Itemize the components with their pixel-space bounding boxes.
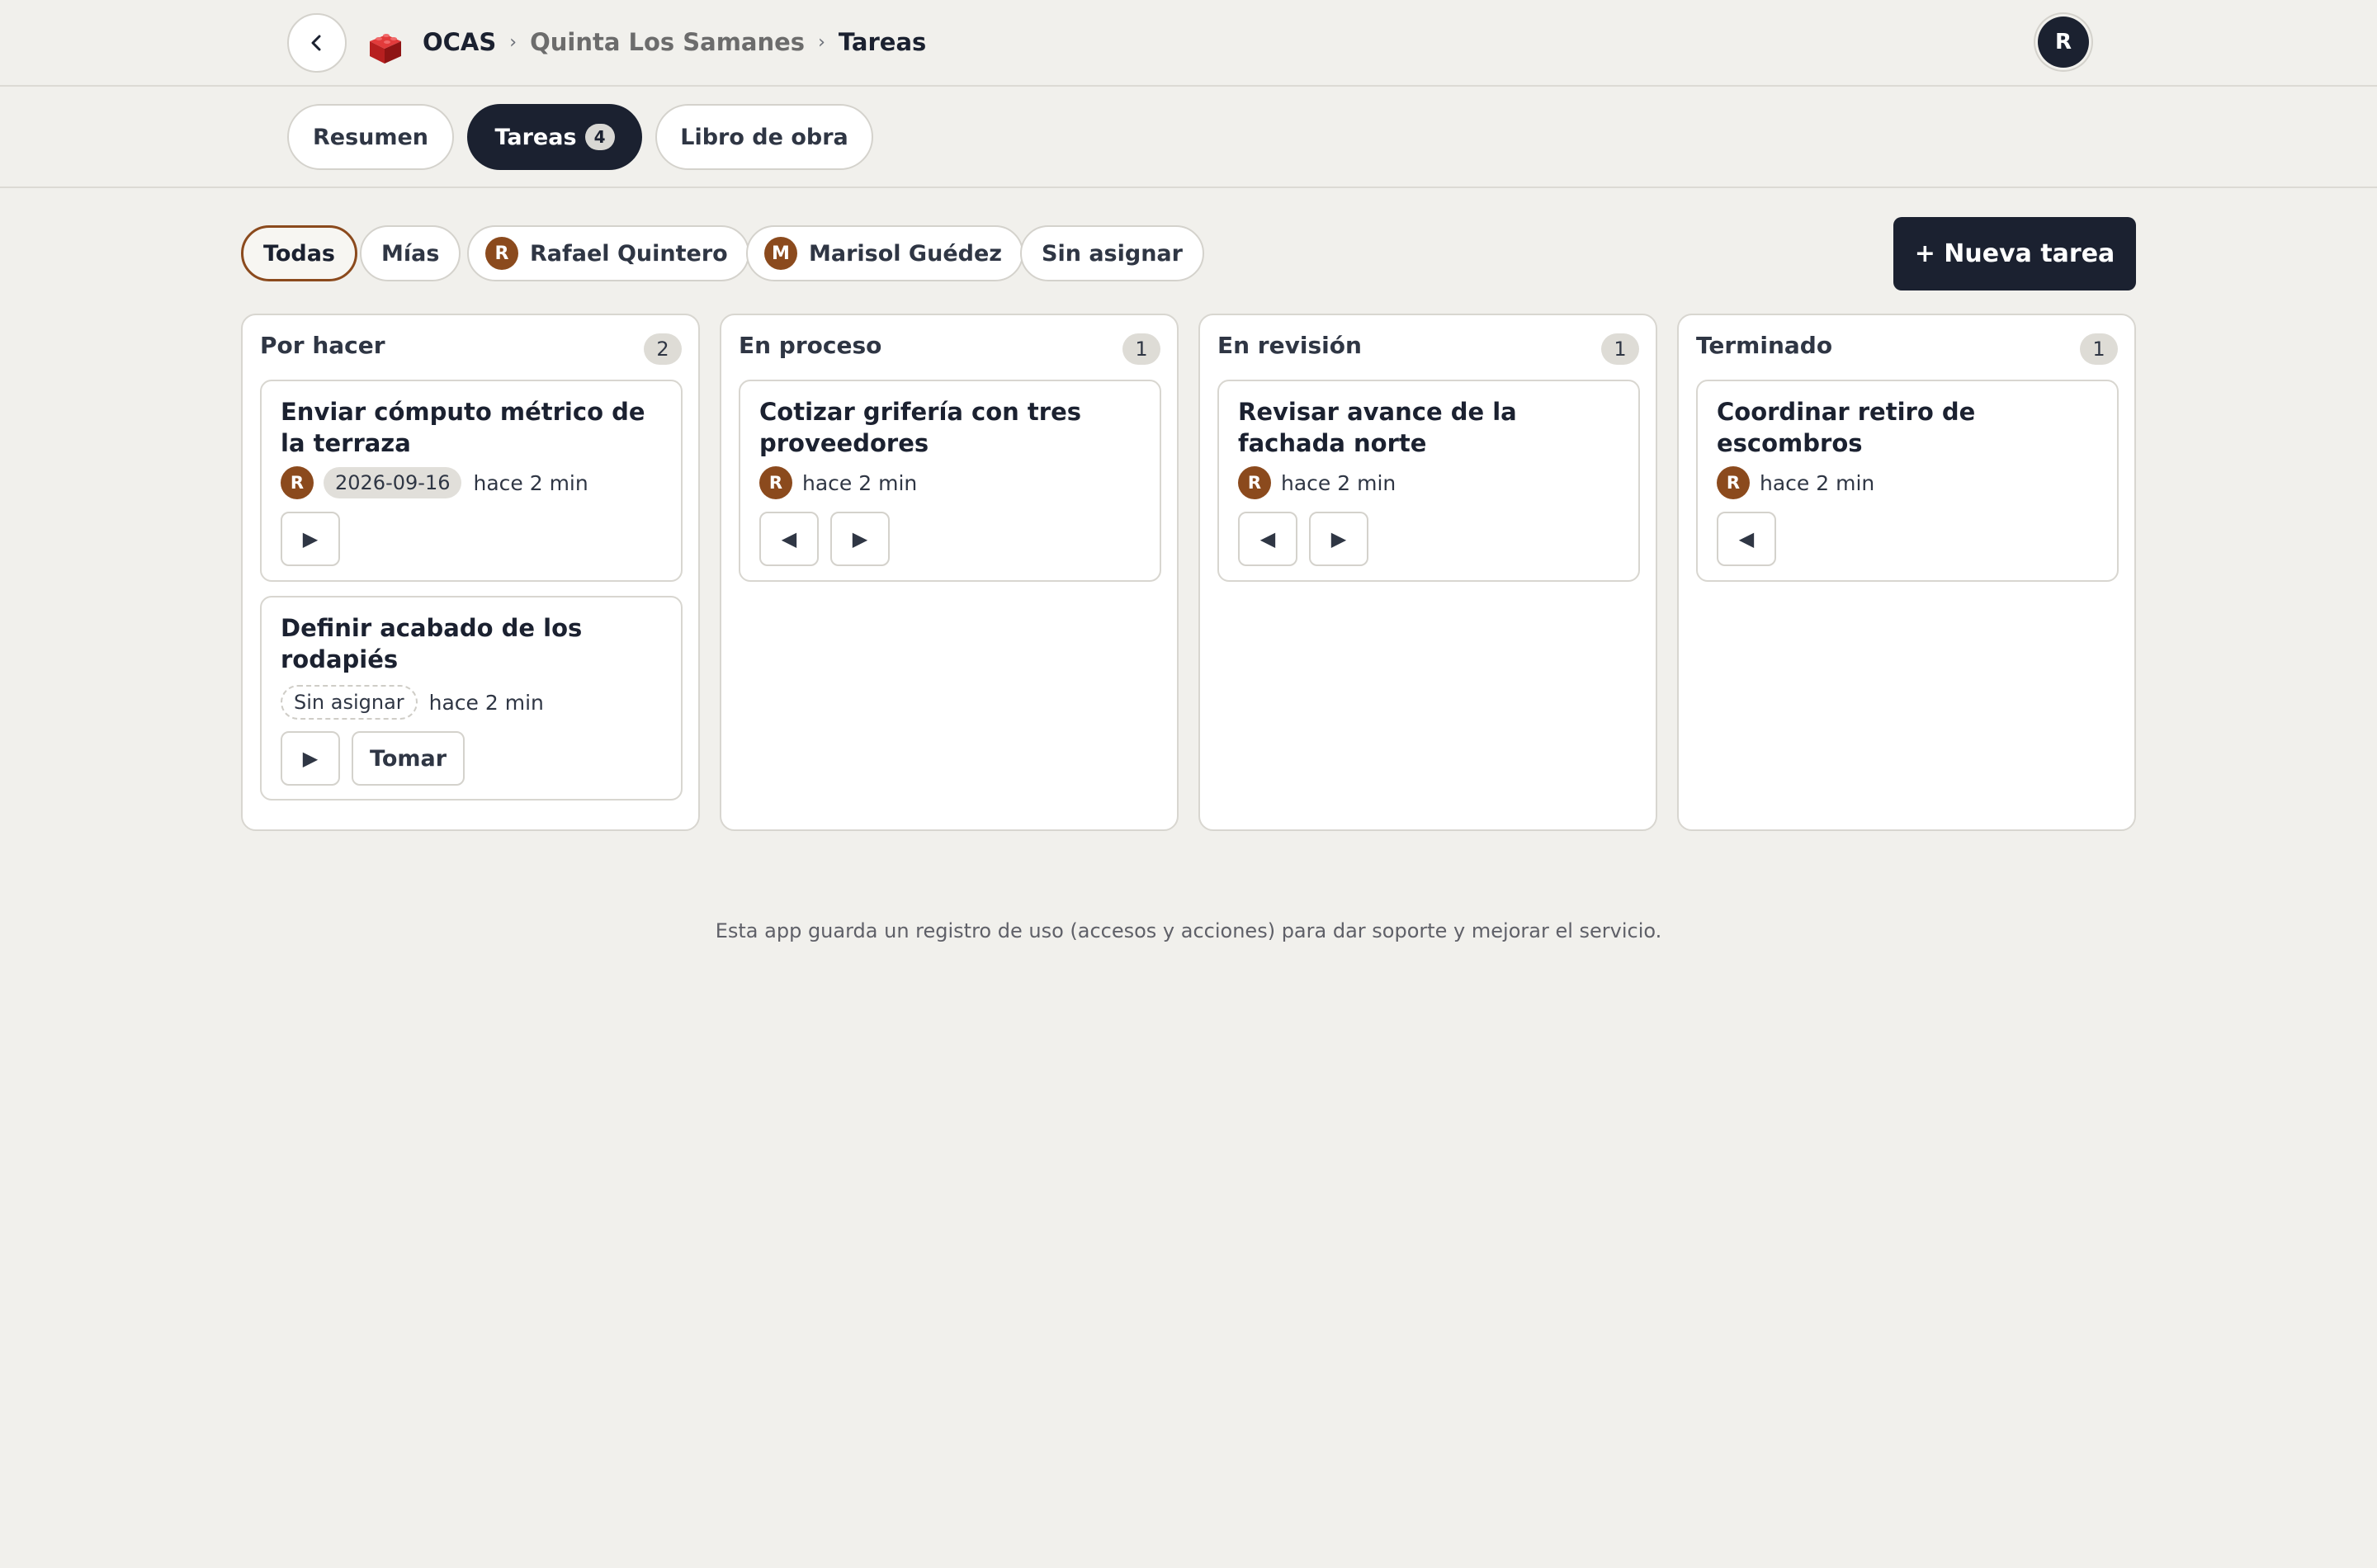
user-avatar[interactable]: R xyxy=(2038,17,2089,68)
top-bar: OCAS › Quinta Los Samanes › Tareas R xyxy=(0,0,2377,87)
avatar: R xyxy=(1717,466,1750,499)
column-terminado: Terminado 1 Coordinar retiro de escombro… xyxy=(1677,314,2136,831)
column-por-hacer: Por hacer 2 Enviar cómputo métrico de la… xyxy=(241,314,700,831)
task-title: Coordinar retiro de escombros xyxy=(1717,398,1976,457)
filter-label: Marisol Guédez xyxy=(809,240,1002,267)
usage-notice: Esta app guarda un registro de uso (acce… xyxy=(715,919,1662,942)
unassigned-badge: Sin asignar xyxy=(281,685,418,720)
take-task-button[interactable]: Tomar xyxy=(352,731,465,786)
task-actions: ◀ ▶ xyxy=(759,512,890,566)
breadcrumb-app[interactable]: OCAS xyxy=(423,28,496,56)
red-brick-logo xyxy=(370,34,401,64)
tab-tareas[interactable]: Tareas 4 xyxy=(467,104,642,170)
breadcrumb-separator-icon: › xyxy=(818,31,825,53)
column-title: Por hacer xyxy=(260,332,385,359)
avatar: R xyxy=(485,237,518,270)
avatar: R xyxy=(1238,466,1271,499)
task-meta: R hace 2 min xyxy=(1717,465,1874,500)
column-en-proceso: En proceso 1 Cotizar grifería con tres p… xyxy=(720,314,1179,831)
column-count-badge: 1 xyxy=(1601,333,1639,365)
filter-unassigned[interactable]: Sin asignar xyxy=(1020,225,1204,281)
tab-label: Resumen xyxy=(312,124,429,150)
avatar: R xyxy=(281,466,314,499)
tab-resumen[interactable]: Resumen xyxy=(287,104,454,170)
task-actions: ▶ xyxy=(281,512,340,566)
task-title: Cotizar grifería con tres proveedores xyxy=(759,398,1081,457)
task-card[interactable]: Revisar avance de la fachada norte R hac… xyxy=(1217,380,1640,582)
tab-libro-de-obra[interactable]: Libro de obra xyxy=(655,104,873,170)
filter-label: Todas xyxy=(263,240,335,267)
task-card[interactable]: Enviar cómputo métrico de la terraza R 2… xyxy=(260,380,683,582)
task-actions: ◀ ▶ xyxy=(1238,512,1368,566)
column-count-badge: 1 xyxy=(1122,333,1160,365)
task-title: Enviar cómputo métrico de la terraza xyxy=(281,398,645,457)
move-next-button[interactable]: ▶ xyxy=(1309,512,1368,566)
task-meta: R hace 2 min xyxy=(1238,465,1396,500)
task-card[interactable]: Cotizar grifería con tres proveedores R … xyxy=(739,380,1161,582)
column-title: En revisión xyxy=(1217,332,1362,359)
avatar: R xyxy=(759,466,792,499)
filter-label: Mías xyxy=(381,240,440,267)
breadcrumb-current: Tareas xyxy=(838,28,927,56)
column-title: En proceso xyxy=(739,332,882,359)
task-timestamp: hace 2 min xyxy=(473,470,588,495)
avatar: M xyxy=(764,237,797,270)
task-timestamp: hace 2 min xyxy=(802,470,918,495)
task-timestamp: hace 2 min xyxy=(1760,470,1875,495)
task-card[interactable]: Coordinar retiro de escombros R hace 2 m… xyxy=(1696,380,2119,582)
tab-count-badge: 4 xyxy=(584,124,615,150)
move-next-button[interactable]: ▶ xyxy=(830,512,890,566)
task-card[interactable]: Definir acabado de los rodapiés Sin asig… xyxy=(260,596,683,801)
breadcrumb: OCAS › Quinta Los Samanes › Tareas xyxy=(423,25,926,59)
task-actions: ◀ xyxy=(1717,512,1776,566)
column-en-revision: En revisión 1 Revisar avance de la facha… xyxy=(1198,314,1657,831)
back-button[interactable] xyxy=(287,13,347,73)
task-meta: R hace 2 min xyxy=(759,465,917,500)
filter-label: Rafael Quintero xyxy=(530,240,728,267)
due-date-badge: 2026-09-16 xyxy=(324,467,462,498)
breadcrumb-project[interactable]: Quinta Los Samanes xyxy=(530,28,805,56)
task-meta: R 2026-09-16 hace 2 min xyxy=(281,465,588,500)
move-next-button[interactable]: ▶ xyxy=(281,731,340,786)
task-timestamp: hace 2 min xyxy=(1281,470,1396,495)
tab-bar: Resumen Tareas 4 Libro de obra xyxy=(0,87,2377,188)
task-actions: ▶ Tomar xyxy=(281,731,465,786)
tab-label: Libro de obra xyxy=(680,124,848,150)
move-prev-button[interactable]: ◀ xyxy=(1717,512,1776,566)
column-title: Terminado xyxy=(1696,332,1833,359)
filter-label: Sin asignar xyxy=(1042,240,1183,267)
column-count-badge: 1 xyxy=(2080,333,2118,365)
column-count-badge: 2 xyxy=(644,333,682,365)
filter-user-rafael[interactable]: R Rafael Quintero xyxy=(467,225,749,281)
tab-label: Tareas xyxy=(494,124,577,150)
task-title: Definir acabado de los rodapiés xyxy=(281,614,583,673)
move-next-button[interactable]: ▶ xyxy=(281,512,340,566)
filter-mine[interactable]: Mías xyxy=(360,225,461,281)
task-meta: Sin asignar hace 2 min xyxy=(281,685,544,720)
filter-user-marisol[interactable]: M Marisol Guédez xyxy=(746,225,1023,281)
filter-all[interactable]: Todas xyxy=(241,225,357,281)
chevron-left-icon xyxy=(311,35,321,51)
breadcrumb-separator-icon: › xyxy=(509,31,517,53)
task-title: Revisar avance de la fachada norte xyxy=(1238,398,1517,457)
new-task-button[interactable]: + Nueva tarea xyxy=(1893,217,2136,290)
move-prev-button[interactable]: ◀ xyxy=(1238,512,1297,566)
task-timestamp: hace 2 min xyxy=(428,690,544,715)
move-prev-button[interactable]: ◀ xyxy=(759,512,819,566)
